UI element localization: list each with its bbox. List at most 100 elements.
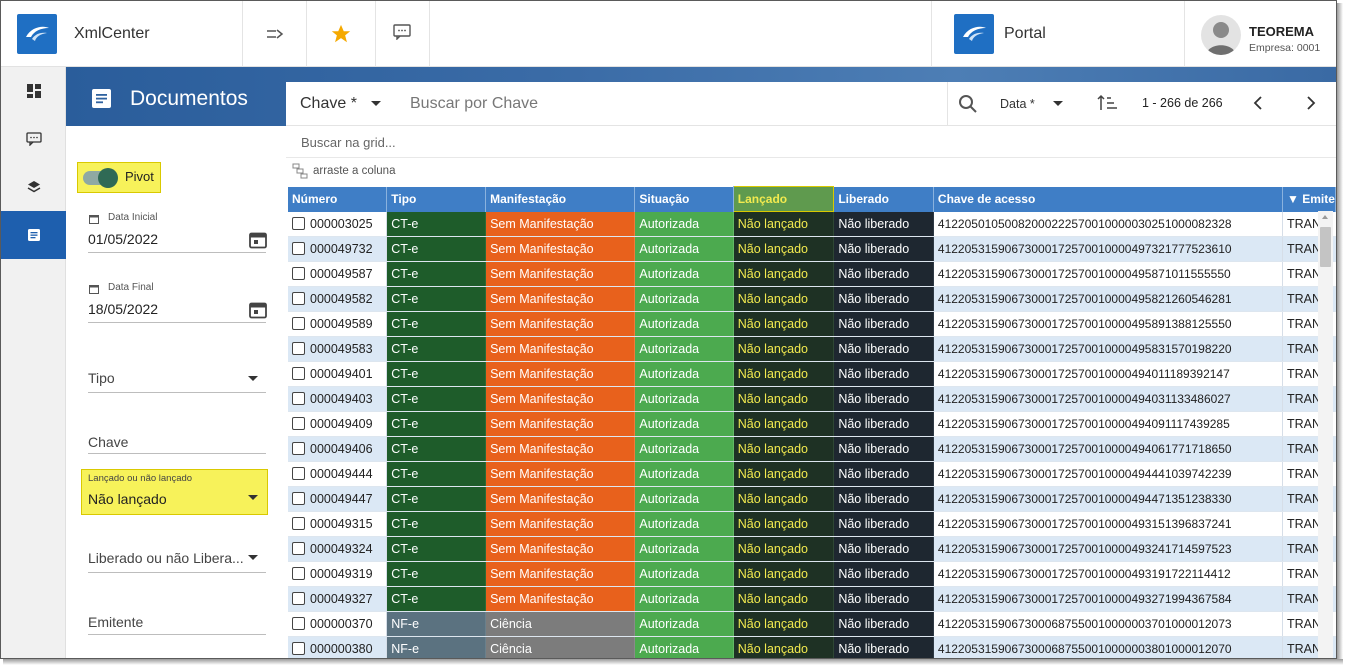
row-checkbox[interactable]	[292, 267, 305, 280]
row-checkbox[interactable]	[292, 417, 305, 430]
table-row[interactable]: 000049409 CT-e Sem Manifestação Autorizada N…	[288, 411, 1336, 437]
cell-manifestacao: Ciência	[485, 611, 636, 637]
table-row[interactable]: 000049732 CT-e Sem Manifestação Autorizada N…	[288, 236, 1336, 262]
chevron-right-icon[interactable]	[1302, 95, 1318, 111]
cell-manifestacao: Sem Manifestação	[485, 261, 636, 287]
nav-documents[interactable]	[1, 211, 66, 259]
row-checkbox[interactable]	[292, 542, 305, 555]
pivot-toggle-knob[interactable]	[98, 168, 118, 188]
table-row[interactable]: 000049582 CT-e Sem Manifestação Autorizada N…	[288, 286, 1336, 312]
cell-chave: 4122053159067300068755001000000370100001…	[933, 611, 1284, 637]
sort-order-icon[interactable]	[1097, 94, 1119, 112]
table-row[interactable]: 000049315 CT-e Sem Manifestação Autorizada N…	[288, 511, 1336, 537]
cell-chave: 4122050105008200022257001000003025100008…	[933, 211, 1284, 237]
portal-link[interactable]: Portal	[1004, 25, 1046, 43]
vertical-scrollbar[interactable]	[1318, 211, 1333, 658]
row-checkbox[interactable]	[292, 292, 305, 305]
table-row[interactable]: 000000370 NF-e Ciência Autorizada Não lançad…	[288, 611, 1336, 637]
scrollbar-thumb[interactable]	[1320, 227, 1331, 267]
star-icon[interactable]	[330, 23, 352, 45]
col-liberado[interactable]: Liberado	[833, 186, 934, 212]
chevron-down-icon[interactable]	[248, 555, 258, 560]
table-row[interactable]: 000003025 CT-e Sem Manifestação Autorizada N…	[288, 211, 1336, 237]
table-row[interactable]: 000049403 CT-e Sem Manifestação Autorizada N…	[288, 386, 1336, 412]
table-row[interactable]: 000049444 CT-e Sem Manifestação Autorizada N…	[288, 461, 1336, 487]
cell-liberado: Não liberado	[833, 611, 934, 637]
col-tipo[interactable]: Tipo	[386, 186, 487, 212]
row-checkbox[interactable]	[292, 242, 305, 255]
message-icon[interactable]	[391, 21, 413, 43]
row-checkbox[interactable]	[292, 517, 305, 530]
cell-manifestacao: Sem Manifestação	[485, 461, 636, 487]
filter-icon[interactable]: ▼	[1287, 192, 1302, 206]
numero-text: 000049582	[310, 292, 373, 306]
chevron-down-icon[interactable]	[1053, 101, 1063, 106]
row-checkbox[interactable]	[292, 216, 305, 230]
chevron-down-icon[interactable]	[371, 101, 381, 106]
table-row[interactable]: 000049583 CT-e Sem Manifestação Autorizada N…	[288, 336, 1336, 362]
cell-situacao: Autorizada	[634, 511, 734, 537]
col-numero[interactable]: Número	[288, 186, 388, 212]
cell-situacao: Autorizada	[634, 536, 734, 562]
row-checkbox[interactable]	[292, 342, 305, 355]
chave-input[interactable]: Chave	[88, 434, 128, 450]
table-row[interactable]: 000049589 CT-e Sem Manifestação Autorizada N…	[288, 311, 1336, 337]
cell-situacao: Autorizada	[634, 411, 734, 437]
cell-lancado: Não lançado	[733, 586, 835, 612]
sort-select[interactable]: Data *	[1000, 97, 1035, 111]
chevron-left-icon[interactable]	[1251, 95, 1267, 111]
data-inicial-field[interactable]: 01/05/2022	[88, 231, 158, 247]
tipo-select[interactable]: Tipo	[88, 370, 115, 386]
col-lancado[interactable]: Lançado	[732, 186, 835, 212]
row-checkbox[interactable]	[292, 317, 305, 330]
row-checkbox[interactable]	[292, 467, 305, 480]
nav-layers[interactable]	[1, 163, 66, 211]
scroll-up-icon[interactable]	[1322, 215, 1328, 219]
nav-messages[interactable]	[1, 115, 66, 163]
cell-numero: 000049315	[288, 511, 388, 537]
chevron-down-icon[interactable]	[248, 495, 258, 500]
table-row[interactable]: 000049401 CT-e Sem Manifestação Autorizada N…	[288, 361, 1336, 387]
table-row[interactable]: 000049587 CT-e Sem Manifestação Autorizada N…	[288, 261, 1336, 287]
table-row[interactable]: 000049447 CT-e Sem Manifestação Autorizada N…	[288, 486, 1336, 512]
table-row[interactable]: 000049327 CT-e Sem Manifestação Autorizada N…	[288, 586, 1336, 612]
row-checkbox[interactable]	[292, 567, 305, 580]
logo-icon[interactable]	[17, 14, 57, 54]
cell-numero: 000049587	[288, 261, 388, 287]
search-icon[interactable]	[958, 94, 978, 114]
grid-search-input[interactable]: Buscar na grid...	[301, 135, 396, 150]
chevron-down-icon[interactable]	[248, 376, 258, 381]
row-checkbox[interactable]	[292, 367, 305, 380]
cell-tipo: CT-e	[386, 361, 487, 387]
emitente-input[interactable]: Emitente	[88, 614, 143, 630]
lancado-select[interactable]: Não lançado	[88, 491, 167, 507]
row-checkbox[interactable]	[292, 442, 305, 455]
row-checkbox[interactable]	[292, 492, 305, 505]
avatar-icon[interactable]	[1201, 15, 1241, 55]
calendar-icon[interactable]	[249, 301, 267, 319]
nav-dashboard[interactable]	[1, 67, 66, 115]
table-row[interactable]: 000049324 CT-e Sem Manifestação Autorizada N…	[288, 536, 1336, 562]
menu-arrow-icon[interactable]	[264, 23, 286, 45]
table-row[interactable]: 000049319 CT-e Sem Manifestação Autorizada N…	[288, 561, 1336, 587]
table-row[interactable]: 000000380 NF-e Ciência Autorizada Não lançad…	[288, 636, 1336, 658]
portal-logo-icon[interactable]	[954, 14, 994, 54]
search-input[interactable]: Buscar por Chave	[410, 95, 538, 113]
cell-lancado: Não lançado	[733, 611, 835, 637]
row-checkbox[interactable]	[292, 392, 305, 405]
numero-text: 000003025	[310, 216, 373, 231]
cell-liberado: Não liberado	[833, 636, 934, 658]
field-select[interactable]: Chave *	[300, 95, 357, 113]
col-chave[interactable]: Chave de acesso	[933, 186, 1284, 212]
row-checkbox[interactable]	[292, 617, 305, 630]
row-checkbox[interactable]	[292, 642, 305, 655]
col-emitente[interactable]: ▼ Emite	[1282, 186, 1336, 212]
liberado-select[interactable]: Liberado ou não Libera...	[88, 550, 244, 566]
row-checkbox[interactable]	[292, 592, 305, 605]
calendar-icon[interactable]	[249, 231, 267, 249]
col-manifestacao[interactable]: Manifestação	[485, 186, 636, 212]
data-final-field[interactable]: 18/05/2022	[88, 301, 158, 317]
col-situacao[interactable]: Situação	[634, 186, 734, 212]
lancado-label: Lançado ou não lançado	[88, 473, 193, 484]
table-row[interactable]: 000049406 CT-e Sem Manifestação Autorizada N…	[288, 436, 1336, 462]
